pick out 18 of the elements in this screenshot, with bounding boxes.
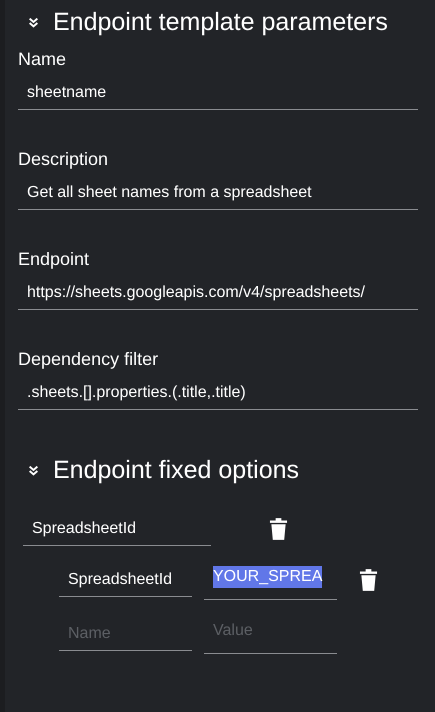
field-label: Endpoint [18,248,90,270]
trash-icon[interactable] [359,568,378,592]
collapse-icon[interactable] [28,16,39,28]
input-field[interactable]: .sheets.[].properties.(.title,.title) [18,376,418,410]
trash-icon[interactable] [269,517,288,541]
section-title: Endpoint template parameters [53,7,388,37]
section-title: Endpoint fixed options [53,455,300,485]
input-field[interactable]: SpreadsheetId [23,512,211,546]
input-field[interactable]: Get all sheet names from a spreadsheet [18,176,418,210]
field-label: Name [18,48,68,70]
input-field[interactable]: Value [204,614,337,654]
field-label: Dependency filter [18,348,160,370]
input-field[interactable]: sheetname [18,76,418,110]
field-label: Description [18,148,110,170]
input-field[interactable]: SpreadsheetId [59,563,192,597]
collapse-icon[interactable] [28,464,39,476]
input-field[interactable]: https://sheets.googleapis.com/v4/spreadsheets/ [18,276,418,310]
input-field[interactable]: Name [59,617,192,651]
